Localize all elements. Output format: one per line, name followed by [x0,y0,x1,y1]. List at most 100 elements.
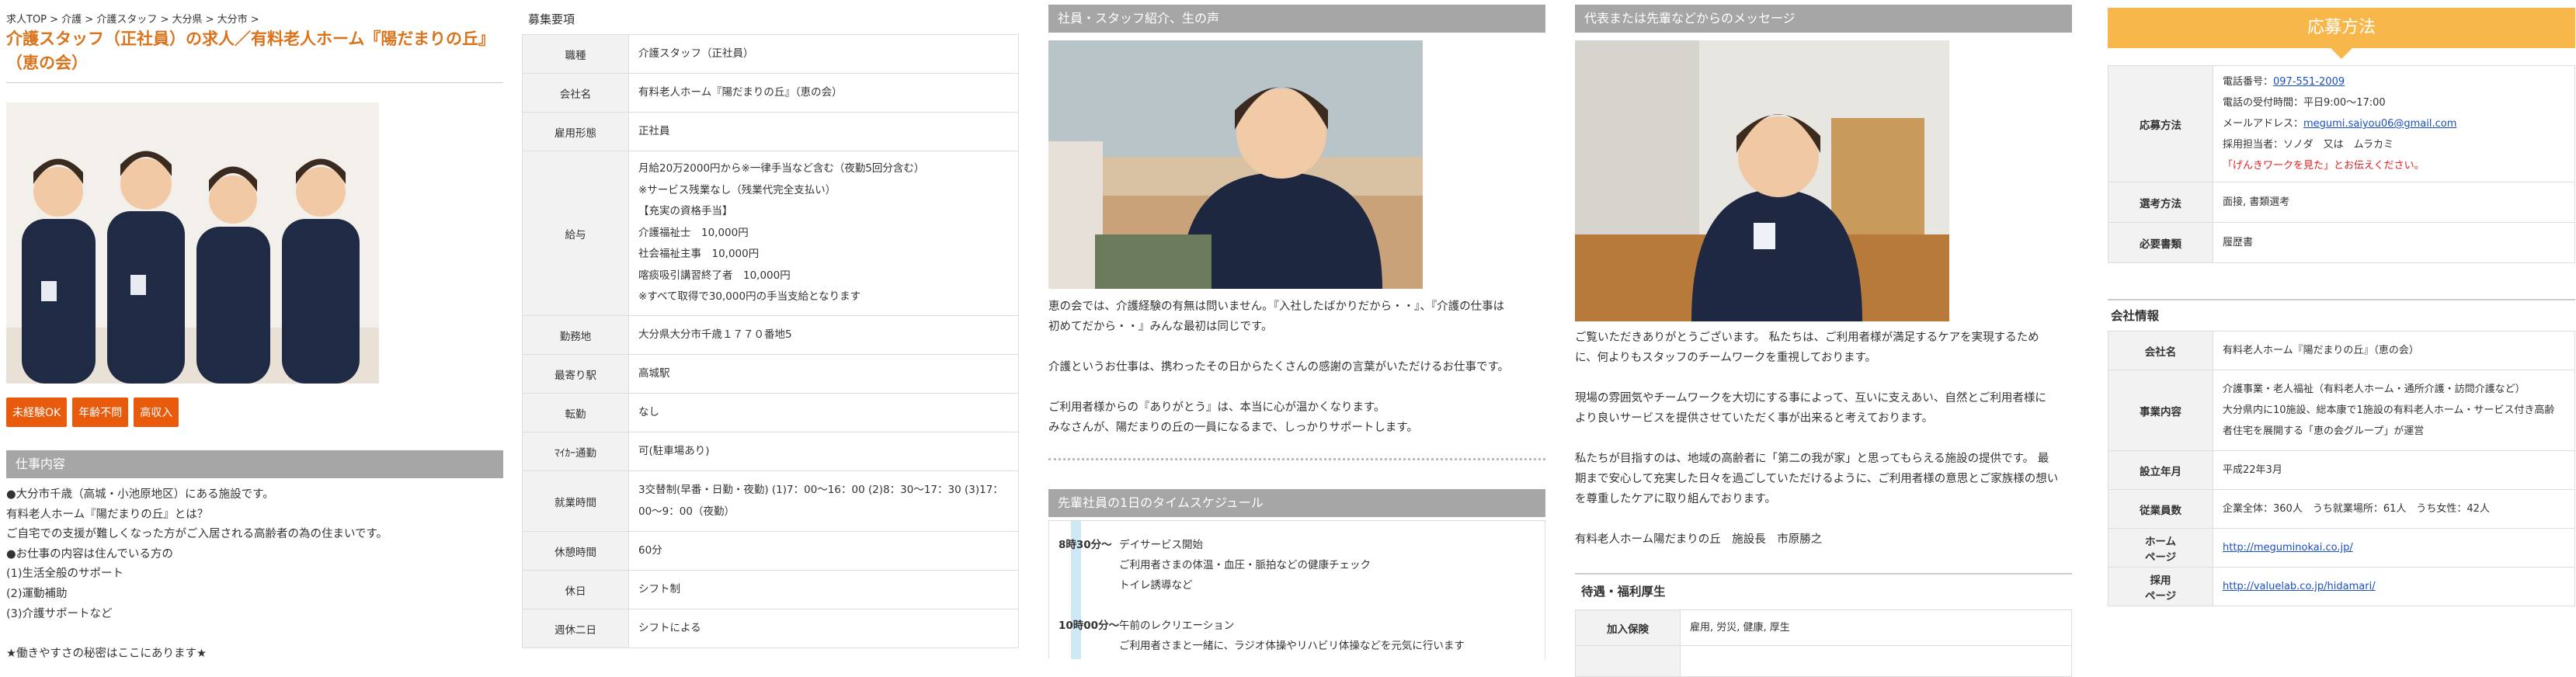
row-label: 採用 ページ [2108,567,2213,606]
job-line: (1)生活全般のサポート [6,568,124,581]
row-label: 雇用形態 [522,112,629,151]
table-row: 応募方法 電話番号：097-551-2009 電話の受付時間：平日9:00～17… [2108,65,2575,182]
row-label: 事業内容 [2108,370,2213,451]
dotted-divider [1048,458,1545,460]
table-row: 週休二日 シフトによる [522,609,1019,648]
row-value: 電話番号：097-551-2009 電話の受付時間：平日9:00～17:00 メ… [2213,65,2575,182]
table-row: 必要書類 履歴書 [2108,222,2575,263]
tag-high-income[interactable]: 高収入 [134,398,179,427]
table-row: 職種 介護スタッフ（正社員） [522,34,1019,74]
table-row: 雇用形態 正社員 [522,112,1019,151]
tag-no-experience[interactable]: 未経験OK [6,398,68,427]
schedule-desc: デイサービス開始 ご利用者さまの体温・血圧・脈拍などの健康チェック トイレ誘導など [1119,539,1371,592]
homepage-link[interactable]: http://meguminokai.co.jp/ [2223,542,2353,554]
job-line: ●大分市千歳（高城・小池原地区）にある施設です。 [6,488,274,501]
job-line: ●お仕事の内容は住んでいる方の [6,547,173,561]
row-value: 可(駐車場あり) [628,432,1019,471]
message-heading: 代表または先輩などからのメッセージ [1575,5,2072,33]
title-divider [6,82,503,83]
company-table: 会社名 有料老人ホーム『陽だまりの丘』（恵の会） 事業内容 介護事業・老人福祉（… [2108,331,2575,606]
page-title: 介護スタッフ（正社員）の求人／有料老人ホーム『陽だまりの丘』（恵の会） [6,30,495,72]
schedule-desc: 午前のレクリエーション ご利用者さまと一緒に、ラジオ体操やリハビリ体操などを元気に… [1119,620,1465,652]
row-label: 職種 [522,34,629,74]
row-value: 介護スタッフ（正社員） [628,34,1019,74]
row-label: ホーム ページ [2108,528,2213,568]
row-label: 就業時間 [522,470,629,532]
row-value: 介護事業・老人福祉（有料老人ホーム・通所介護・訪問介護など） 大分県内に10施設… [2213,370,2575,451]
table-row: 会社名 有料老人ホーム『陽だまりの丘』（恵の会） [522,73,1019,113]
row-label: 最寄り駅 [522,354,629,394]
feature-tags: 未経験OK 年齢不問 高収入 [6,398,179,427]
apply-table: 応募方法 電話番号：097-551-2009 電話の受付時間：平日9:00～17… [2108,65,2575,263]
tag-any-age[interactable]: 年齢不問 [72,398,129,427]
benefits-heading: 待遇・福利厚生 [1581,585,1666,599]
job-line: ご自宅での支援が難しくなった方がご入居される高齢者の為の住まいです。 [6,528,388,541]
schedule-timeline: 8時30分～ デイサービス開始 ご利用者さまの体温・血圧・脈拍などの健康チェックト… [1048,520,1545,659]
table-row: 事業内容 介護事業・老人福祉（有料老人ホーム・通所介護・訪問介護など） 大分県内… [2108,370,2575,451]
staff-group-photo [6,102,379,384]
job-line: 有料老人ホーム『陽だまりの丘』とは？ [6,508,209,521]
row-value: 雇用, 労災, 健康, 厚生 [1680,609,2072,646]
row-label: 転勤 [522,393,629,432]
row-value: なし [628,393,1019,432]
apply-note: 「げんきワークを見た」とお伝えください。 [2223,160,2425,172]
table-row: 最寄り駅 高城駅 [522,354,1019,394]
staff-care-photo [1048,40,1423,289]
row-value: 有料老人ホーム『陽だまりの丘』（恵の会） [2213,331,2575,370]
row-value: 3交替制(早番・日勤・夜勤) (1)7：00～16：00 (2)8：30～17：… [628,470,1019,532]
table-row: 従業員数 企業全体：360人 うち就業場所：61人 うち女性：42人 [2108,489,2575,529]
row-value: 月給20万2000円から※一律手当など含む（夜勤5回分含む） ※サービス残業なし（… [628,151,1019,316]
breadcrumb[interactable]: 求人TOP > 介護 > 介護スタッフ > 大分県 > 大分市 > [6,11,259,26]
table-row: 加入保険 雇用, 労災, 健康, 厚生 [1575,609,2072,646]
table-row [1575,645,2072,677]
table-row: 休日 シフト制 [522,570,1019,609]
staff-voice-heading: 社員・スタッフ紹介、生の声 [1048,5,1545,33]
email-link[interactable]: megumi.saiyou06@gmail.com [2303,118,2456,130]
row-value: 平成22年3月 [2213,450,2575,490]
row-label: 従業員数 [2108,489,2213,529]
row-label: 週休二日 [522,609,629,648]
row-label: 会社名 [2108,331,2213,370]
table-row: 設立年月 平成22年3月 [2108,450,2575,490]
row-value: 面接, 書類選考 [2213,182,2575,223]
row-label: 給与 [522,151,629,316]
director-photo [1575,40,1949,321]
job-line: (2)運動補助 [6,587,68,600]
row-value: シフトによる [628,609,1019,648]
row-value: 企業全体：360人 うち就業場所：61人 うち女性：42人 [2213,489,2575,529]
requirements-table: 職種 介護スタッフ（正社員） 会社名 有料老人ホーム『陽だまりの丘』（恵の会） 雇用… [522,34,1019,648]
row-value: 有料老人ホーム『陽だまりの丘』（恵の会） [628,73,1019,113]
company-heading: 会社情報 [2111,309,2160,323]
table-row: ホーム ページ http://meguminokai.co.jp/ [2108,528,2575,568]
row-label: 会社名 [522,73,629,113]
table-row: 給与 月給20万2000円から※一律手当など含む（夜勤5回分含む） ※サービス残業… [522,151,1019,316]
row-label: 設立年月 [2108,450,2213,490]
row-label: ﾏｲｶｰ通勤 [522,432,629,471]
phone-link[interactable]: 097-551-2009 [2273,76,2345,88]
apply-heading: 応募方法 [2108,8,2575,59]
table-row: 勤務地 大分県大分市千歳１７７０番地5 [522,315,1019,355]
section-divider [2108,299,2575,300]
job-line: (3)介護サポートなど [6,607,113,620]
row-value: シフト制 [628,570,1019,609]
row-label: 選考方法 [2108,182,2213,223]
row-value: 60分 [628,531,1019,571]
table-row: 採用 ページ http://valuelab.co.jp/hidamari/ [2108,567,2575,606]
staff-voice-text: 恵の会では、介護経験の有無は問いません。『入社したばかりだから・・』、『介護の仕… [1048,300,1510,434]
benefits-table: 加入保険 雇用, 労災, 健康, 厚生 [1575,609,2072,677]
recruit-page-link[interactable]: http://valuelab.co.jp/hidamari/ [2223,581,2376,592]
table-row: 就業時間 3交替制(早番・日勤・夜勤) (1)7：00～16：00 (2)8：3… [522,470,1019,532]
row-value: http://valuelab.co.jp/hidamari/ [2213,567,2575,606]
schedule-heading: 先輩社員の1日のタイムスケジュール [1048,489,1545,517]
message-text: ご覧いただきありがとうございます。 私たちは、ご利用者様が満足するケアを実現する… [1575,332,2059,546]
schedule-time: 8時30分～ [1059,539,1112,551]
job-description-heading: 仕事内容 [6,450,503,478]
row-value: http://meguminokai.co.jp/ [2213,528,2575,568]
job-line [6,624,503,644]
row-label: 必要書類 [2108,222,2213,263]
table-row: 選考方法 面接, 書類選考 [2108,182,2575,223]
row-value: 大分県大分市千歳１７７０番地5 [628,315,1019,355]
row-label: 休憩時間 [522,531,629,571]
row-label: 加入保険 [1575,609,1681,646]
job-description-text: ●大分市千歳（高城・小池原地区）にある施設です。 有料老人ホーム『陽だまりの丘』… [6,485,503,664]
